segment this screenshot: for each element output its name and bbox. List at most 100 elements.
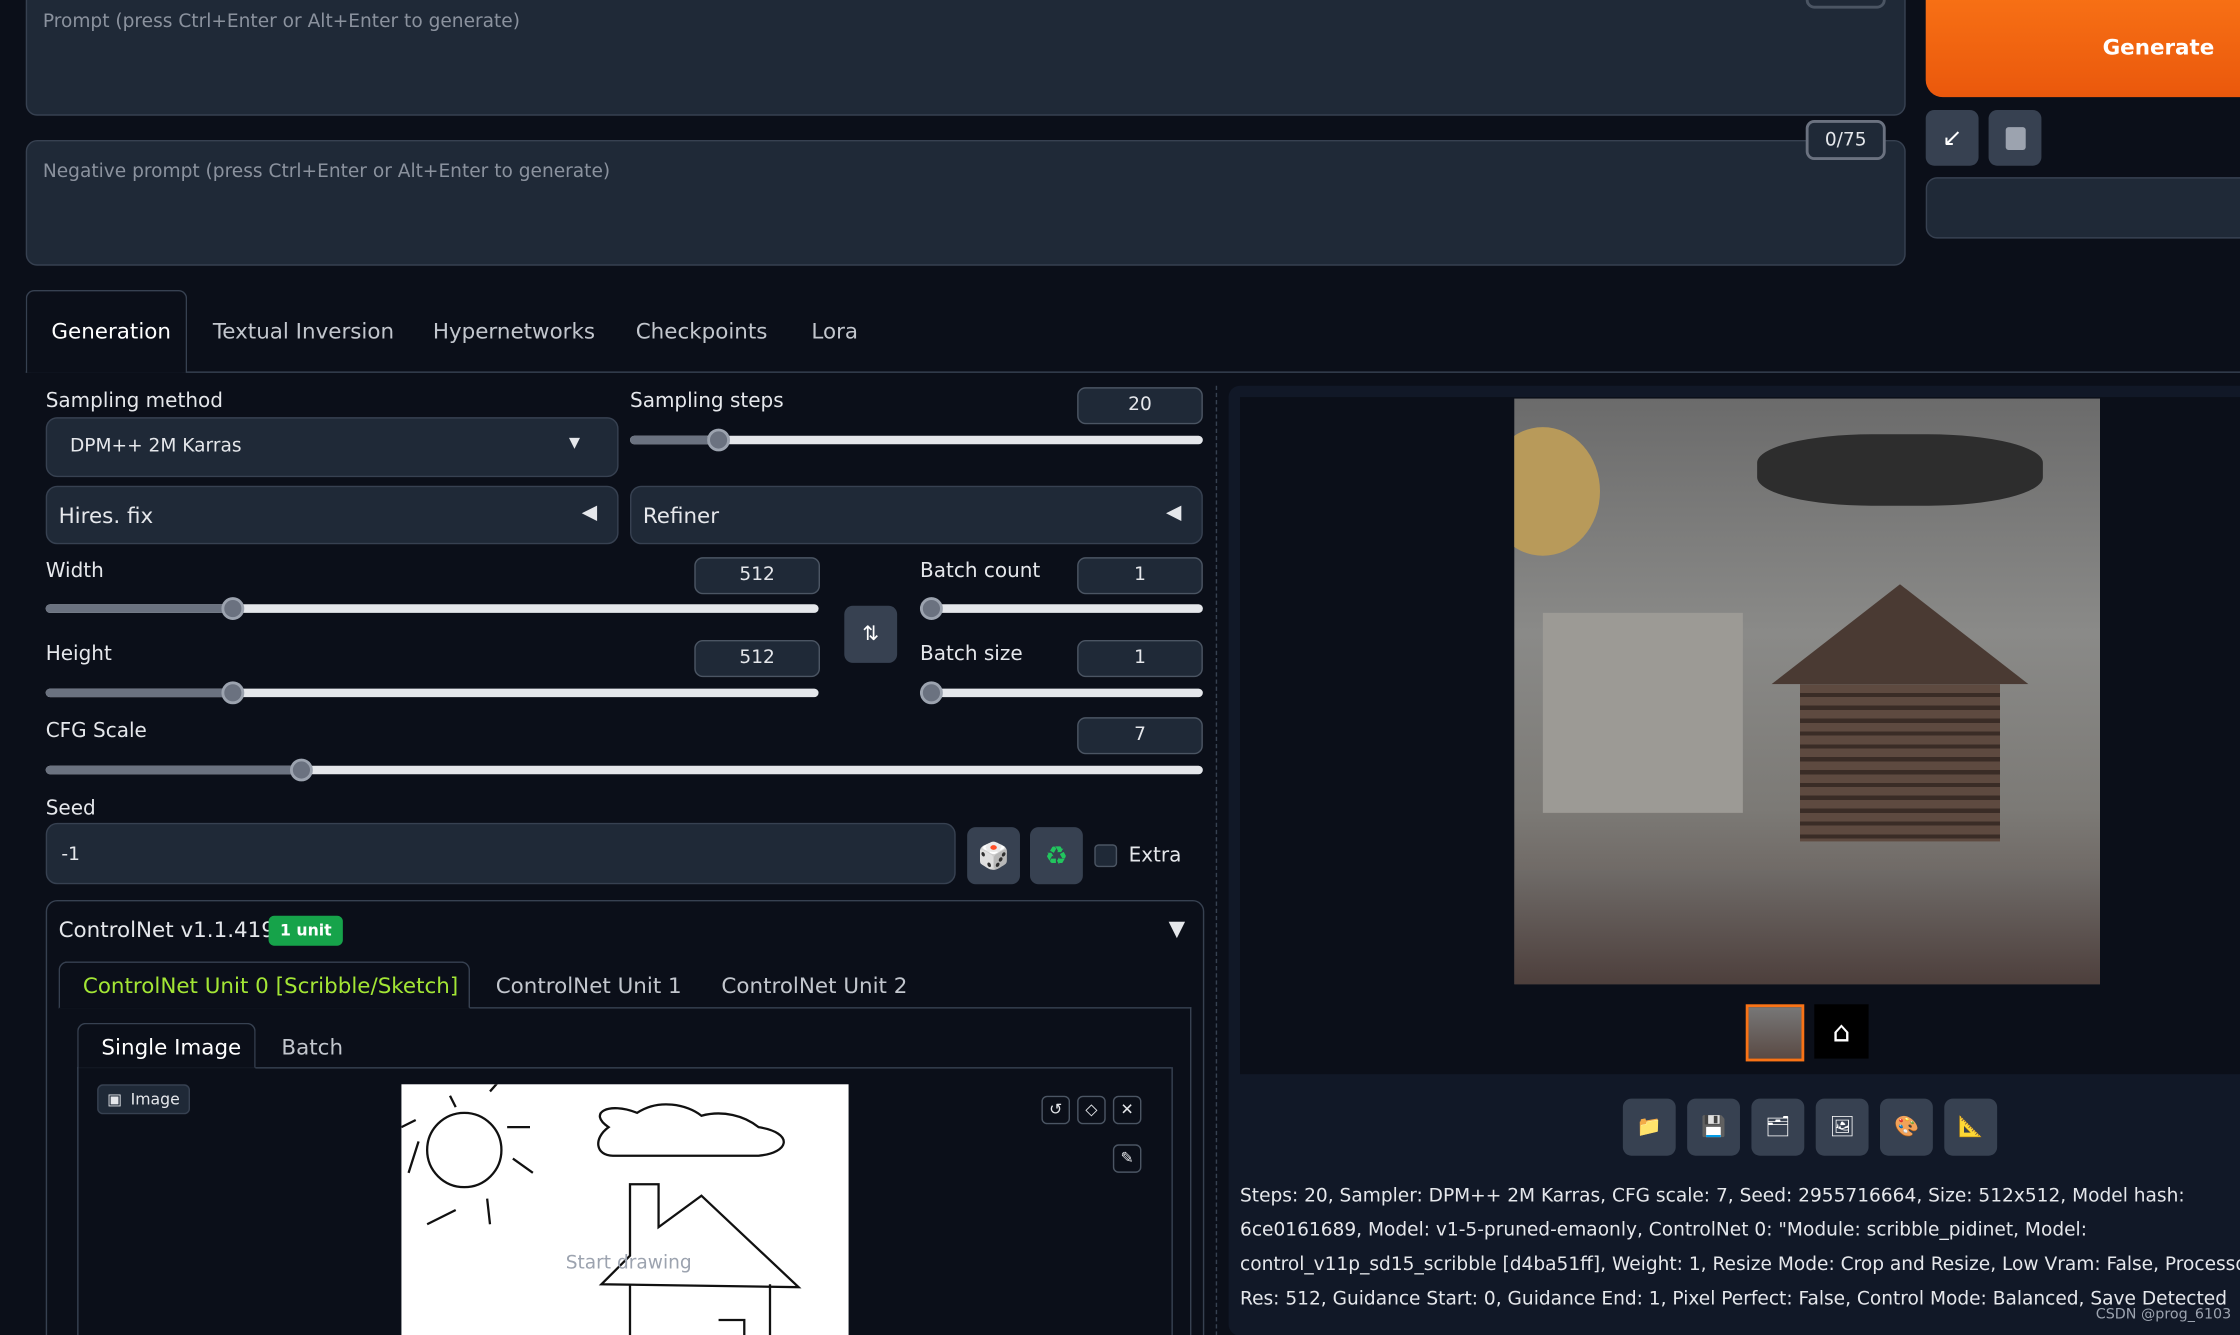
batch-size-slider[interactable] — [919, 681, 1203, 705]
save-button[interactable]: 💾 — [1687, 1098, 1740, 1156]
slider-handle[interactable] — [706, 428, 730, 452]
tab-single-image[interactable]: Single Image — [101, 1034, 241, 1060]
undo-icon: ↺ — [1049, 1099, 1063, 1119]
tab-batch[interactable]: Batch — [281, 1034, 343, 1060]
width-slider[interactable] — [45, 597, 819, 620]
triangle-ruler-icon: 📐 — [1958, 1115, 1984, 1139]
tab-generation[interactable]: Generation — [51, 319, 171, 345]
open-folder-button[interactable]: 📁 — [1622, 1098, 1676, 1156]
generated-image[interactable] — [1514, 398, 2100, 985]
seed-label: Seed — [45, 797, 96, 820]
slider-fill — [629, 435, 711, 445]
slider-handle[interactable] — [919, 681, 943, 705]
slider-handle[interactable] — [289, 758, 313, 782]
brush-button[interactable]: ✎ — [1112, 1144, 1142, 1173]
tab-hypernetworks[interactable]: Hypernetworks — [433, 319, 595, 345]
refiner-accordion[interactable]: Refiner ◀ — [629, 485, 1203, 545]
slider-fill — [45, 688, 228, 698]
negative-token-counter: 0/75 — [1805, 119, 1886, 160]
picture-icon: 🖼 — [1829, 1115, 1855, 1139]
unit-count-badge: 1 unit — [268, 915, 344, 946]
recycle-icon: ♻ — [1044, 840, 1068, 871]
height-slider[interactable] — [45, 681, 819, 705]
extra-checkbox[interactable] — [1094, 844, 1118, 868]
arrow-down-left-icon: ↙ — [1941, 123, 1963, 153]
tab-controlnet-unit-2[interactable]: ControlNet Unit 2 — [721, 973, 907, 999]
scribble-drawing — [401, 1084, 802, 1335]
sampling-method-dropdown[interactable]: DPM++ 2M Karras ▼ — [45, 417, 619, 478]
image-icon: ▣ — [107, 1089, 123, 1109]
tab-textual-inversion[interactable]: Textual Inversion — [213, 319, 394, 345]
sampling-steps-label: Sampling steps — [629, 389, 784, 413]
negative-prompt-input[interactable]: Negative prompt (press Ctrl+Enter or Alt… — [25, 139, 1906, 266]
refiner-label: Refiner — [642, 502, 720, 529]
slider-track[interactable] — [45, 758, 1203, 782]
swap-arrows-icon: ⇅ — [862, 622, 880, 646]
random-seed-button[interactable]: 🎲 — [967, 827, 1020, 885]
read-params-button[interactable]: ↙ — [1925, 109, 1979, 166]
eraser-button[interactable]: ◇ — [1077, 1095, 1106, 1125]
controlnet-title[interactable]: ControlNet v1.1.419 — [59, 917, 275, 943]
collapse-triangle-icon[interactable]: ▼ — [1169, 916, 1185, 942]
canvas-hint: Start drawing — [565, 1252, 692, 1275]
tab-controlnet-unit-0[interactable]: ControlNet Unit 0 [Scribble/Sketch] — [83, 973, 458, 999]
slider-fill — [45, 765, 295, 775]
prompt-placeholder: Prompt (press Ctrl+Enter or Alt+Enter to… — [42, 11, 520, 33]
tab-lora[interactable]: Lora — [811, 319, 858, 345]
height-input[interactable]: 512 — [694, 639, 820, 678]
batch-count-label: Batch count — [919, 559, 1041, 583]
cfg-scale-slider[interactable] — [45, 758, 1203, 782]
cfg-scale-input[interactable]: 7 — [1077, 717, 1203, 755]
batch-count-input[interactable]: 1 — [1077, 557, 1203, 595]
dice-icon: 🎲 — [977, 840, 1010, 871]
slider-track[interactable] — [45, 681, 819, 705]
tab-checkpoints[interactable]: Checkpoints — [636, 319, 768, 345]
swap-dimensions-button[interactable]: ⇅ — [844, 605, 898, 663]
triangle-left-icon: ◀ — [581, 501, 598, 525]
watermark: CSDN @prog_6103 — [2095, 1307, 2232, 1323]
slider-track[interactable] — [629, 428, 1203, 452]
triangle-left-icon: ◀ — [1166, 501, 1182, 525]
batch-size-input[interactable]: 1 — [1077, 639, 1203, 678]
clear-prompt-button[interactable] — [1988, 109, 2042, 166]
slider-handle[interactable] — [221, 597, 245, 620]
sampling-steps-input[interactable]: 20 — [1077, 387, 1203, 425]
slider-track[interactable] — [45, 597, 819, 620]
send-to-extras-button[interactable]: 📐 — [1944, 1098, 1998, 1156]
hires-fix-label: Hires. fix — [58, 502, 154, 529]
hires-fix-accordion[interactable]: Hires. fix ◀ — [45, 485, 619, 545]
sampling-method-label: Sampling method — [45, 389, 223, 413]
folder-icon: 📁 — [1636, 1115, 1662, 1139]
archive-icon: 🗂 — [1765, 1115, 1791, 1139]
slider-handle[interactable] — [221, 681, 245, 705]
eraser-icon: ◇ — [1085, 1099, 1098, 1119]
seed-input[interactable]: -1 — [45, 822, 956, 885]
undo-button[interactable]: ↺ — [1041, 1095, 1070, 1125]
batch-count-slider[interactable] — [919, 597, 1203, 620]
tab-controlnet-unit-1[interactable]: ControlNet Unit 1 — [496, 973, 682, 999]
image-label-badge: ▣ Image — [97, 1084, 190, 1115]
prompt-input[interactable]: Prompt (press Ctrl+Enter or Alt+Enter to… — [25, 0, 1906, 116]
thumbnail-generated[interactable] — [1745, 1004, 1805, 1062]
negative-prompt-placeholder: Negative prompt (press Ctrl+Enter or Alt… — [42, 161, 611, 183]
prompt-token-counter — [1805, 0, 1886, 9]
floppy-icon: 💾 — [1701, 1115, 1727, 1139]
generate-button[interactable]: Generate — [1925, 0, 2240, 98]
reuse-seed-button[interactable]: ♻ — [1029, 827, 1083, 885]
slider-track[interactable] — [919, 597, 1203, 620]
sampling-steps-slider[interactable] — [629, 428, 1203, 452]
slider-handle[interactable] — [919, 597, 943, 620]
width-input[interactable]: 512 — [694, 557, 820, 595]
sketch-canvas[interactable]: Start drawing — [401, 1084, 849, 1335]
slider-track[interactable] — [919, 681, 1203, 705]
styles-dropdown[interactable] — [1925, 177, 2240, 239]
height-label: Height — [45, 642, 112, 666]
generate-label: Generate — [2102, 34, 2215, 60]
clear-button[interactable]: ✕ — [1112, 1095, 1142, 1125]
send-to-img2img-button[interactable]: 🖼 — [1815, 1098, 1869, 1156]
thumbnail-detected-map[interactable]: ⌂ — [1814, 1004, 1869, 1059]
extra-label: Extra — [1128, 844, 1182, 868]
zip-button[interactable]: 🗂 — [1751, 1098, 1805, 1156]
send-to-inpaint-button[interactable]: 🎨 — [1879, 1098, 1933, 1156]
close-icon: ✕ — [1120, 1099, 1134, 1119]
